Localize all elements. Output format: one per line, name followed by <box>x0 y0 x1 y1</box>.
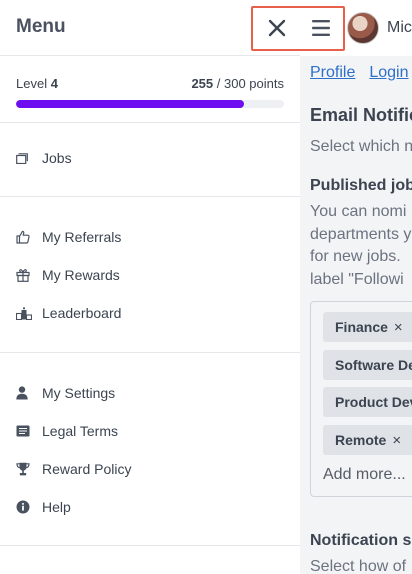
menu-item-label: Legal Terms <box>42 423 119 439</box>
close-menu-button[interactable] <box>256 8 298 48</box>
menu-item-label: Help <box>42 499 71 515</box>
tag-product-dev: Product Dev× <box>323 387 412 417</box>
menu-item-legal-terms[interactable]: Legal Terms <box>16 417 118 445</box>
description-line: departments y <box>310 225 412 243</box>
divider <box>0 545 300 546</box>
section-title: Email Notific <box>310 105 412 125</box>
tag-software-dev: Software De× <box>323 350 412 380</box>
divider <box>0 352 300 353</box>
window-icon <box>16 150 38 166</box>
menu-item-label: My Settings <box>42 385 116 401</box>
department-tag-input[interactable]: Finance× Software De× Product Dev× Remot… <box>310 301 412 497</box>
tab-login[interactable]: Login <box>369 64 408 81</box>
menu-item-label: Reward Policy <box>42 461 132 477</box>
tag-label: Software De <box>335 357 412 373</box>
divider <box>0 122 300 123</box>
level-label: Level 4 <box>16 76 58 91</box>
description-line: label "Followi <box>310 270 404 288</box>
tag-finance: Finance × <box>323 312 412 342</box>
points-current: 255 <box>191 76 214 91</box>
trophy-icon <box>16 461 38 477</box>
menu-item-label: My Rewards <box>42 267 120 283</box>
remove-tag-icon[interactable]: × <box>394 319 403 336</box>
description-line: for new jobs. <box>310 248 401 265</box>
podium-icon <box>16 305 38 321</box>
level-value: 4 <box>50 76 58 91</box>
menu-item-label: Leaderboard <box>42 305 122 321</box>
user-name[interactable]: Mic <box>387 19 412 37</box>
published-jobs-title: Published job <box>310 177 412 194</box>
close-icon <box>268 19 286 37</box>
menu-item-help[interactable]: Help <box>16 493 71 521</box>
main-page: Mic Profile Login Email Notific Select wh… <box>300 0 412 574</box>
level-status: Level 4 255 / 300 points <box>16 76 284 91</box>
menu-item-jobs[interactable]: Jobs <box>16 144 72 172</box>
level-progress-bar <box>16 100 284 108</box>
add-more-input[interactable]: Add more... <box>323 466 406 484</box>
divider <box>0 196 300 197</box>
published-jobs-description: You can nomi departments y for new jobs.… <box>310 201 411 291</box>
points-total: / 300 points <box>216 76 284 91</box>
side-menu: Menu Level 4 255 / 300 points Jobs My Re… <box>0 0 300 574</box>
tag-label: Product Dev <box>335 394 412 410</box>
notification-settings-description: Select how of <box>310 558 407 574</box>
avatar[interactable] <box>347 12 379 44</box>
menu-item-my-referrals[interactable]: My Referrals <box>16 223 121 251</box>
points-readout: 255 / 300 points <box>191 76 284 91</box>
hamburger-menu-button[interactable] <box>300 8 342 48</box>
tag-label: Remote <box>335 432 387 448</box>
level-text: Level <box>16 76 48 91</box>
tag-label: Finance <box>335 319 388 335</box>
menu-item-leaderboard[interactable]: Leaderboard <box>16 299 121 327</box>
menu-item-reward-policy[interactable]: Reward Policy <box>16 455 131 483</box>
description-line: You can nomi <box>310 203 407 220</box>
level-progress-fill <box>16 100 244 108</box>
notification-settings-title: Notification s <box>310 532 412 549</box>
hamburger-icon <box>312 20 330 36</box>
tab-profile[interactable]: Profile <box>310 64 355 81</box>
menu-title: Menu <box>16 16 66 37</box>
menu-header: Menu <box>0 0 300 56</box>
menu-item-label: My Referrals <box>42 229 122 245</box>
info-icon <box>16 499 38 515</box>
menu-item-my-rewards[interactable]: My Rewards <box>16 261 120 289</box>
section-description: Select which n <box>310 138 412 155</box>
tag-remote: Remote × <box>323 425 412 455</box>
user-icon <box>16 385 38 401</box>
thumbs-up-icon <box>16 229 38 245</box>
gift-icon <box>16 267 38 283</box>
document-icon <box>16 423 38 439</box>
profile-tabs: Profile Login <box>310 64 412 82</box>
menu-item-label: Jobs <box>42 150 72 166</box>
remove-tag-icon[interactable]: × <box>392 432 401 449</box>
menu-item-my-settings[interactable]: My Settings <box>16 379 115 407</box>
